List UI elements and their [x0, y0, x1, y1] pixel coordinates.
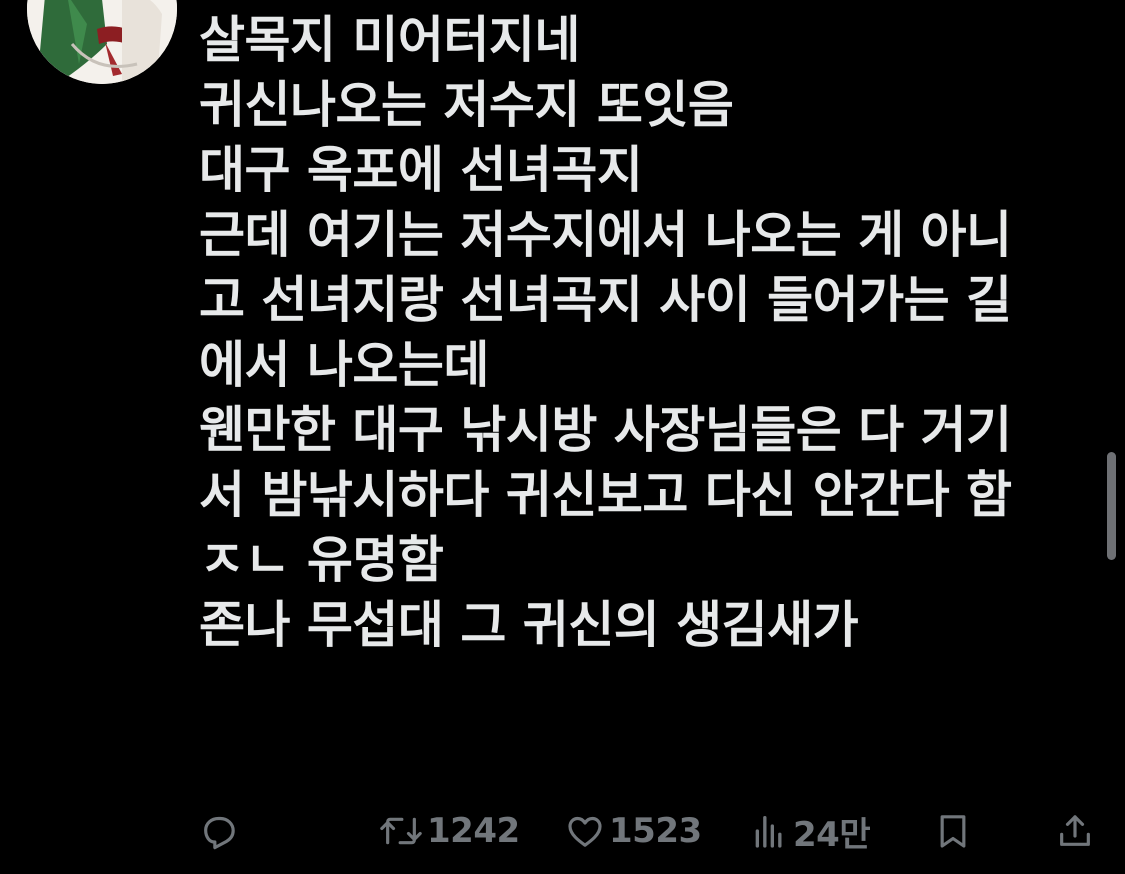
tweet-line: 서 밤낚시하다 귀신보고 다신 안간다 함: [199, 466, 1012, 524]
retweet-count: 1242: [427, 811, 520, 851]
reply-button[interactable]: [199, 805, 239, 857]
bookmark-icon: [940, 815, 966, 848]
tweet-line: ㅈㄴ 유명함: [199, 531, 444, 589]
tweet-line: 귀신나오는 저수지 또잇음: [199, 76, 734, 134]
views-count: 24만: [793, 814, 871, 855]
reply-icon: [204, 816, 235, 850]
scrollbar[interactable]: [1107, 452, 1116, 560]
tweet-line: 고 선녀지랑 선녀곡지 사이 들어가는 길: [199, 271, 1012, 329]
like-count: 1523: [609, 811, 702, 851]
views-button[interactable]: 24만: [749, 805, 871, 857]
share-button[interactable]: [1055, 805, 1095, 857]
avatar-image: [27, 0, 177, 84]
tweet-line: 대구 옥포에 선녀곡지: [199, 141, 643, 199]
tweet-line: 존나 무섭대 그 귀신의 생김새가: [199, 596, 859, 654]
tweet-line: 에서 나오는데: [199, 336, 489, 394]
like-button[interactable]: 1523: [565, 805, 702, 857]
retweet-button[interactable]: 1242: [379, 805, 520, 857]
tweet-line: 웬만한 대구 낚시방 사장님들은 다 거기: [199, 401, 1012, 459]
tweet-line: 근데 여기는 저수지에서 나오는 게 아니: [199, 206, 1012, 264]
tweet-line: 살목지 미어터지네: [199, 11, 580, 69]
avatar[interactable]: [27, 0, 177, 84]
share-icon: [1060, 815, 1090, 846]
bar-chart-icon: [755, 816, 782, 848]
tweet-text: 살목지 미어터지네 귀신나오는 저수지 또잇음 대구 옥포에 선녀곡지 근데 여…: [199, 8, 1099, 658]
retweet-icon: [380, 817, 422, 845]
bookmark-button[interactable]: [933, 805, 973, 857]
heart-icon: [568, 816, 602, 847]
tweet-actions: 1242 1523 24만: [199, 805, 1094, 857]
